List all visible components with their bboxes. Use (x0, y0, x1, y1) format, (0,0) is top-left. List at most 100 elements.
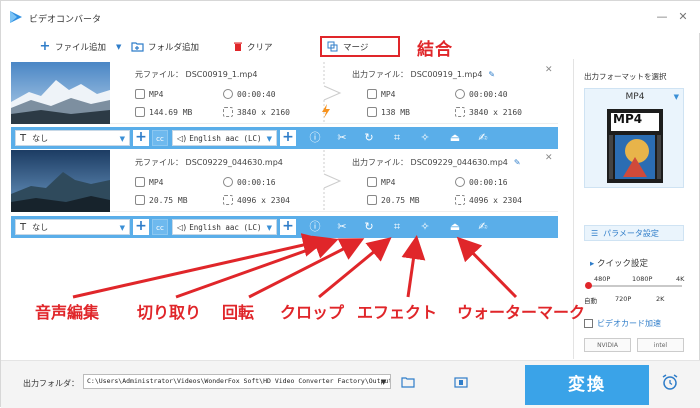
source-resolution: 3840 x 2160 (223, 107, 290, 117)
output-size: 138 MB (367, 107, 410, 117)
subtitle-value: なし (32, 222, 49, 232)
alarm-clock-icon[interactable] (661, 373, 679, 391)
crop-callout: クロップ (280, 303, 345, 322)
info-icon[interactable]: ⓘ (307, 130, 323, 146)
effect-wand-icon[interactable]: ✧ (417, 219, 433, 235)
audio-track-value: English aac (LC) (189, 222, 262, 232)
output-size-value: 20.75 MB (381, 195, 420, 205)
cc-icon[interactable]: cc (152, 219, 168, 235)
rotate-icon[interactable]: ↻ (361, 219, 377, 235)
add-file-button[interactable]: + ファイル追加 ▼ (39, 39, 122, 54)
arrow-audio-edit (72, 233, 327, 299)
speaker-icon: ◁) (177, 222, 187, 232)
merge-callout: 結合 (417, 40, 453, 60)
audio-track-value: English aac (LC) (189, 133, 262, 143)
clear-button[interactable]: クリア (233, 39, 273, 54)
quality-slider-knob[interactable] (585, 282, 592, 289)
minimize-icon[interactable]: — (655, 10, 669, 24)
source-size-value: 144.69 MB (149, 107, 193, 117)
output-resolution-value: 4096 x 2304 (469, 195, 522, 205)
chevron-down-icon[interactable]: ▼ (381, 378, 386, 386)
output-size-value: 138 MB (381, 107, 410, 117)
crop-icon[interactable]: ⌗ (389, 130, 405, 146)
effect-callout: エフェクト (357, 303, 438, 322)
intel-badge: intel (637, 338, 684, 352)
arrow-crop (318, 237, 392, 299)
watermark-stamp-icon[interactable]: ⏏ (447, 130, 463, 146)
audio-track-select[interactable]: ◁) English aac (LC) ▼ (172, 130, 277, 146)
chevron-down-icon: ▼ (266, 224, 272, 232)
source-duration-value: 00:00:40 (237, 89, 276, 99)
speaker-icon: ◁) (177, 133, 187, 143)
clock-icon (455, 177, 465, 187)
close-icon[interactable]: ✕ (676, 10, 690, 24)
rotate-icon[interactable]: ↻ (361, 130, 377, 146)
audio-track-select[interactable]: ◁) English aac (LC) ▼ (172, 219, 277, 235)
info-icon[interactable]: ⓘ (307, 219, 323, 235)
parameter-settings-button[interactable]: ☰ パラメータ設定 (584, 225, 684, 241)
resolution-icon (455, 107, 465, 117)
add-folder-button[interactable]: フォルダ追加 (131, 39, 199, 54)
gpu-acceleration-label: ビデオカード加速 (597, 319, 661, 328)
output-duration: 00:00:16 (455, 177, 508, 187)
edit-pencil-icon[interactable]: ✎ (488, 70, 495, 79)
source-duration: 00:00:40 (223, 89, 276, 99)
gpu-acceleration-option[interactable]: ビデオカード加速 (584, 318, 661, 329)
quality-slider[interactable] (585, 282, 682, 289)
chevron-down-icon: ▼ (266, 135, 272, 143)
output-format-selector[interactable]: MP4 ▼ MP4 (584, 88, 684, 188)
rotate-callout: 回転 (222, 303, 255, 322)
title-bar: ビデオコンバータ — ✕ (1, 1, 700, 33)
edit-icon[interactable]: ✍ (475, 219, 491, 235)
add-subtitle-button[interactable]: + (133, 130, 149, 146)
convert-button[interactable]: 変換 (525, 365, 649, 405)
intel-label: intel (653, 341, 668, 349)
effect-wand-icon[interactable]: ✧ (417, 130, 433, 146)
output-duration: 00:00:40 (455, 89, 508, 99)
gpu-checkbox[interactable] (584, 319, 593, 328)
scissors-icon[interactable]: ✂ (334, 219, 350, 235)
resolution-icon (223, 195, 233, 205)
file-row-1[interactable]: 元ファイル： DSC00919_1.mp4 MP4 00:00:40 144.6… (11, 62, 558, 124)
quick-settings-title: ▸ クイック設定 (590, 257, 648, 269)
crop-icon[interactable]: ⌗ (389, 219, 405, 235)
open-folder-icon[interactable] (401, 376, 415, 388)
chevron-down-icon[interactable]: ▼ (116, 43, 121, 51)
nvidia-badge: NVIDIA (584, 338, 631, 352)
cc-icon[interactable]: cc (152, 130, 168, 146)
parameter-settings-label: パラメータ設定 (603, 228, 659, 238)
quality-auto: 自動 (584, 297, 597, 305)
video-thumbnail-2 (11, 150, 110, 212)
subtitle-t-icon: T (20, 132, 27, 144)
source-resolution-value: 3840 x 2160 (237, 107, 290, 117)
file-row-2[interactable]: 元ファイル： DSC09229_044630.mp4 MP4 00:00:16 … (11, 150, 558, 212)
arrow-watermark (456, 236, 518, 299)
source-filename: 元ファイル： DSC00919_1.mp4 (135, 70, 258, 79)
add-subtitle-button[interactable]: + (133, 219, 149, 235)
remove-file-icon[interactable]: ✕ (545, 153, 553, 163)
edit-pencil-icon[interactable]: ✎ (514, 158, 521, 167)
resolution-icon (223, 107, 233, 117)
app-window: ビデオコンバータ — ✕ + ファイル追加 ▼ フォルダ追加 クリア マージ 結… (0, 0, 700, 408)
scissors-icon[interactable]: ✂ (334, 130, 350, 146)
chevron-down-icon: ▼ (673, 93, 679, 101)
subtitle-select[interactable]: T なし ▼ (15, 219, 130, 235)
watermark-stamp-icon[interactable]: ⏏ (447, 219, 463, 235)
file-size-icon (367, 195, 377, 205)
output-folder-icon[interactable] (454, 376, 468, 388)
output-filename: 出力ファイル： DSC09229_044630.mp4 ✎ (352, 157, 521, 168)
remove-file-icon[interactable]: ✕ (545, 65, 553, 75)
file-format-icon (367, 89, 377, 99)
bottom-bar: 出力フォルダ： C:\Users\Administrator\Videos\Wo… (1, 360, 700, 408)
add-audio-button[interactable]: + (280, 130, 296, 146)
edit-icon[interactable]: ✍ (475, 130, 491, 146)
video-thumbnail-1 (11, 62, 110, 124)
output-duration-value: 00:00:16 (469, 177, 508, 187)
output-size: 20.75 MB (367, 195, 420, 205)
nvidia-label: NVIDIA (597, 341, 618, 349)
output-folder-path[interactable]: C:\Users\Administrator\Videos\WonderFox … (83, 374, 391, 389)
subtitle-select[interactable]: T なし ▼ (15, 130, 130, 146)
merge-highlight-box (320, 36, 400, 57)
source-format: MP4 (135, 89, 163, 99)
add-audio-button[interactable]: + (280, 219, 296, 235)
